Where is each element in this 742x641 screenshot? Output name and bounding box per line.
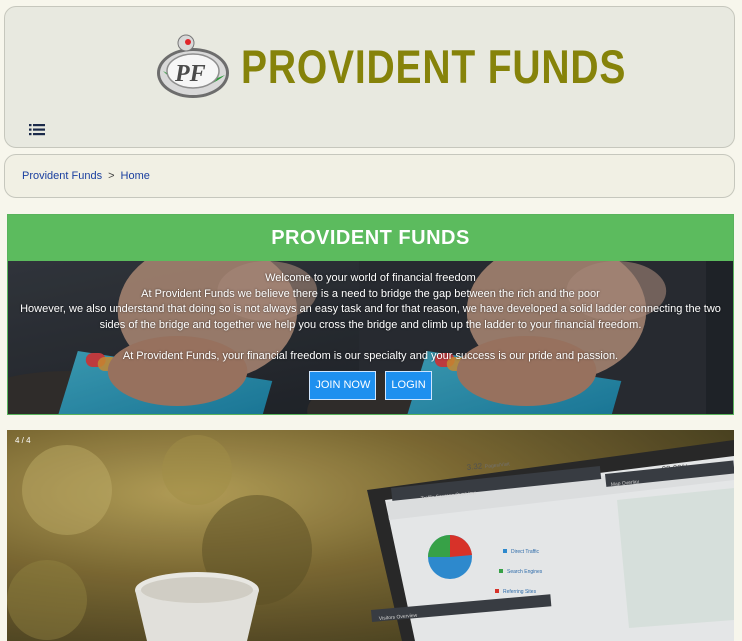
hamburger-menu-icon[interactable]	[29, 123, 45, 137]
breadcrumb: Provident Funds > Home	[4, 154, 735, 198]
hero-text: Welcome to your world of financial freed…	[8, 271, 733, 400]
hero-welcome-line: Welcome to your world of financial freed…	[265, 272, 476, 284]
breadcrumb-link-home[interactable]: Home	[121, 170, 150, 182]
hero-belief-line: At Provident Funds we believe there is a…	[141, 287, 600, 300]
logo-text: PROVIDENT FUNDS	[241, 40, 627, 93]
site-header: PF PROVIDENT FUNDS	[4, 6, 735, 148]
breadcrumb-separator: >	[108, 170, 115, 182]
laptop-analytics-slide-image: 3.32 Pages/Visit 28.30% Traffic Sources …	[7, 430, 734, 641]
slide-counter: 4 / 4	[15, 436, 31, 445]
hero-specialty-line: At Provident Funds, your financial freed…	[122, 350, 619, 362]
pf-emblem-icon: PF	[157, 34, 229, 98]
breadcrumb-link-provident-funds[interactable]: Provident Funds	[22, 170, 102, 182]
hero-panel: PROVIDENT FUNDS Welcome to your world of…	[7, 214, 734, 415]
login-button[interactable]: LOGIN	[385, 370, 432, 400]
join-now-button[interactable]: JOIN NOW	[309, 370, 377, 400]
hero-ladder-paragraph: However, we also understand that doing s…	[20, 303, 721, 331]
hero-banner: Welcome to your world of financial freed…	[8, 261, 733, 414]
site-logo[interactable]: PF PROVIDENT FUNDS	[155, 31, 625, 103]
image-slider[interactable]: 3.32 Pages/Visit 28.30% Traffic Sources …	[7, 430, 734, 641]
hero-title: PROVIDENT FUNDS	[8, 215, 733, 261]
logo-emblem-text: PF	[174, 61, 206, 87]
